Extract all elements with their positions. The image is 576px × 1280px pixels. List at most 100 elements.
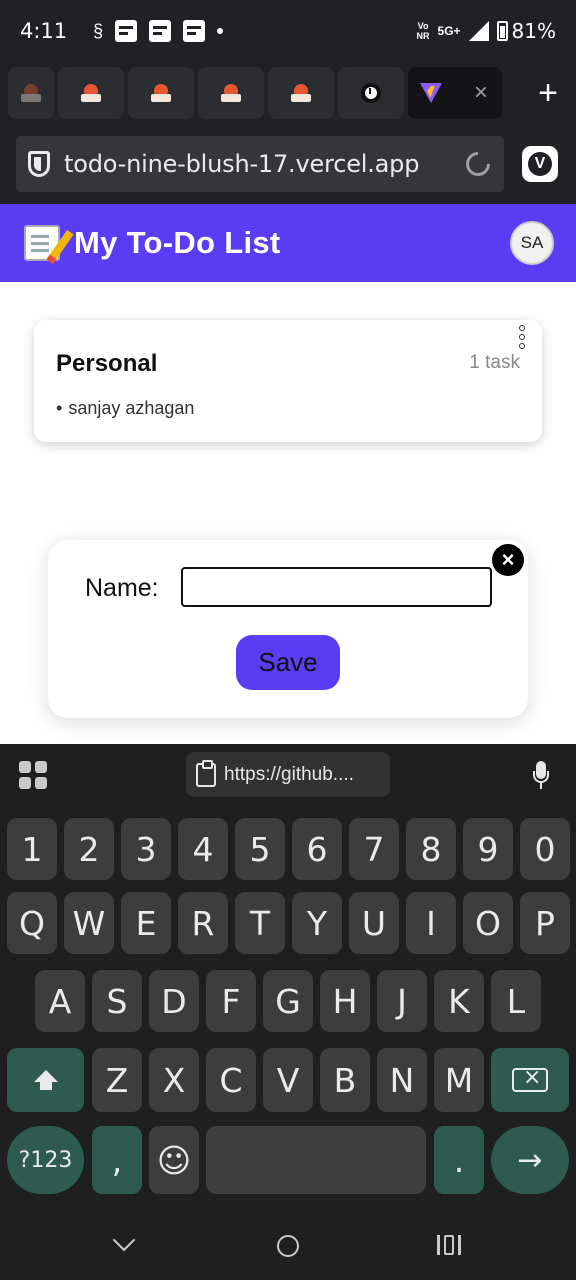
- clipboard-text: https://github....: [224, 763, 354, 785]
- key-h[interactable]: H: [320, 970, 370, 1032]
- url-text[interactable]: todo-nine-blush-17.vercel.app: [64, 150, 466, 178]
- clipboard-icon: [196, 759, 216, 787]
- shift-key[interactable]: [7, 1048, 84, 1112]
- key-k[interactable]: K: [434, 970, 484, 1032]
- system-nav-bar: [0, 1208, 576, 1280]
- tab[interactable]: [58, 67, 124, 119]
- key-u[interactable]: U: [349, 892, 399, 954]
- tab[interactable]: [8, 67, 54, 119]
- key-b[interactable]: B: [320, 1048, 370, 1112]
- key-m[interactable]: M: [434, 1048, 484, 1112]
- tab-active[interactable]: ×: [408, 67, 502, 119]
- recent-apps-icon[interactable]: [437, 1235, 461, 1255]
- tab-strip: × +: [0, 62, 576, 124]
- note-icon: [183, 20, 206, 42]
- home-icon[interactable]: [277, 1235, 299, 1257]
- save-button[interactable]: Save: [236, 635, 340, 690]
- tab[interactable]: [198, 67, 264, 119]
- reload-icon[interactable]: [461, 147, 495, 181]
- close-icon[interactable]: ×: [492, 544, 524, 576]
- key-v[interactable]: V: [263, 1048, 313, 1112]
- key-g[interactable]: G: [263, 970, 313, 1032]
- more-notifications-dot-icon: [217, 28, 224, 34]
- key-l[interactable]: L: [491, 970, 541, 1032]
- enter-arrow-icon: →: [517, 1142, 543, 1178]
- vivaldi-logo-icon: V: [528, 152, 552, 176]
- tab[interactable]: [128, 67, 194, 119]
- key-t[interactable]: T: [235, 892, 285, 954]
- name-input[interactable]: [181, 567, 492, 607]
- key-5[interactable]: 5: [235, 818, 285, 880]
- apps-grid-icon[interactable]: [19, 761, 47, 789]
- key-9[interactable]: 9: [463, 818, 513, 880]
- close-tab-icon[interactable]: ×: [474, 81, 488, 105]
- key-6[interactable]: 6: [292, 818, 342, 880]
- cake-icon: [21, 84, 41, 102]
- signal-icon: [468, 21, 489, 41]
- cake-icon: [151, 84, 171, 102]
- key-f[interactable]: F: [206, 970, 256, 1032]
- task-item[interactable]: • sanjay azhagan: [56, 398, 194, 419]
- key-7[interactable]: 7: [349, 818, 399, 880]
- tab[interactable]: [268, 67, 334, 119]
- key-e[interactable]: E: [121, 892, 171, 954]
- cake-icon: [291, 84, 311, 102]
- symbols-key[interactable]: ?123: [7, 1126, 84, 1194]
- task-text: sanjay azhagan: [68, 398, 195, 418]
- memo-icon: [24, 225, 60, 261]
- notification-icons: §: [93, 20, 224, 42]
- key-o[interactable]: O: [463, 892, 513, 954]
- task-count: 1 task: [469, 352, 520, 373]
- key-0[interactable]: 0: [520, 818, 570, 880]
- back-chevron-icon[interactable]: [112, 1228, 136, 1252]
- key-8[interactable]: 8: [406, 818, 456, 880]
- vite-logo-icon: [420, 83, 442, 103]
- emoji-icon: ☺: [156, 1140, 192, 1180]
- bullet-icon: •: [56, 398, 63, 418]
- network-type: 5G+: [437, 24, 461, 38]
- emoji-key[interactable]: ☺: [149, 1126, 199, 1194]
- status-time: 4:11: [20, 19, 68, 43]
- clock-icon: [361, 83, 381, 103]
- url-field[interactable]: todo-nine-blush-17.vercel.app: [16, 136, 504, 192]
- key-y[interactable]: Y: [292, 892, 342, 954]
- page-title: My To-Do List: [74, 225, 281, 260]
- key-1[interactable]: 1: [7, 818, 57, 880]
- shield-icon[interactable]: [28, 151, 50, 177]
- list-card[interactable]: Personal 1 task • sanjay azhagan: [34, 320, 542, 442]
- key-2[interactable]: 2: [64, 818, 114, 880]
- tab[interactable]: [338, 67, 404, 119]
- key-a[interactable]: A: [35, 970, 85, 1032]
- more-options-icon[interactable]: [518, 325, 526, 349]
- name-label: Name:: [85, 574, 159, 602]
- key-3[interactable]: 3: [121, 818, 171, 880]
- key-w[interactable]: W: [64, 892, 114, 954]
- key-s[interactable]: S: [92, 970, 142, 1032]
- main-content: Personal 1 task • sanjay azhagan × Name: …: [0, 282, 576, 744]
- key-p[interactable]: P: [520, 892, 570, 954]
- comma-key[interactable]: ,: [92, 1126, 142, 1194]
- key-i[interactable]: I: [406, 892, 456, 954]
- keyboard-toolbar: https://github....: [0, 744, 576, 806]
- space-key[interactable]: [206, 1126, 426, 1194]
- avatar[interactable]: SA: [510, 221, 554, 265]
- app-header: My To-Do List SA: [0, 204, 576, 282]
- key-z[interactable]: Z: [92, 1048, 142, 1112]
- key-n[interactable]: N: [377, 1048, 427, 1112]
- period-key[interactable]: .: [434, 1126, 484, 1194]
- key-j[interactable]: J: [377, 970, 427, 1032]
- key-d[interactable]: D: [149, 970, 199, 1032]
- volte-icon: Vo NR: [416, 21, 430, 41]
- key-c[interactable]: C: [206, 1048, 256, 1112]
- key-q[interactable]: Q: [7, 892, 57, 954]
- key-4[interactable]: 4: [178, 818, 228, 880]
- new-tab-button[interactable]: +: [538, 76, 558, 110]
- clipboard-suggestion[interactable]: https://github....: [186, 752, 390, 797]
- enter-key[interactable]: →: [491, 1126, 569, 1194]
- key-x[interactable]: X: [149, 1048, 199, 1112]
- status-right: Vo NR 5G+ 81%: [417, 0, 556, 62]
- list-title: Personal: [56, 350, 158, 377]
- key-r[interactable]: R: [178, 892, 228, 954]
- vivaldi-menu-button[interactable]: V: [522, 146, 558, 182]
- backspace-key[interactable]: [491, 1048, 569, 1112]
